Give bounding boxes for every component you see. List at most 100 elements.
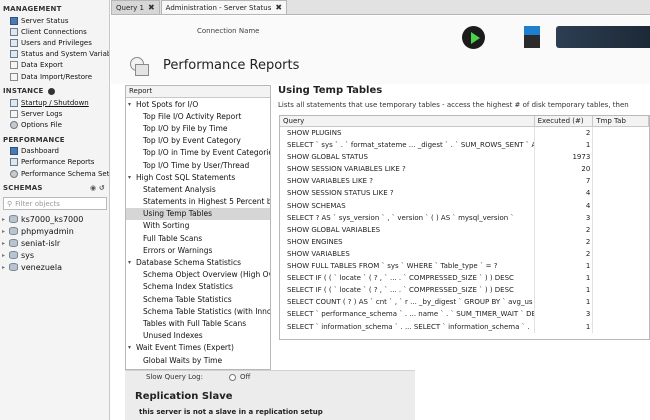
- nav-data-import[interactable]: Data Import/Restore: [0, 71, 109, 82]
- report-item[interactable]: With Sorting: [126, 220, 270, 232]
- column-header-query[interactable]: Query: [280, 116, 535, 126]
- table-row[interactable]: SELECT ` information_schema ` . ... SELE…: [280, 320, 649, 333]
- table-row[interactable]: SELECT COUNT ( ? ) AS ` cnt ` , ` r ... …: [280, 296, 649, 309]
- collapse-arrow-icon[interactable]: ▾: [128, 344, 136, 351]
- report-category[interactable]: ▾ High Cost SQL Statements: [126, 171, 270, 183]
- nav-startup-shutdown[interactable]: Startup / Shutdown: [0, 97, 109, 108]
- table-row[interactable]: SHOW PLUGINS 2: [280, 127, 649, 140]
- table-row[interactable]: SELECT IF ( ( ` locate ` ( ? , ` ... . `…: [280, 272, 649, 285]
- collapse-arrow-icon[interactable]: ▾: [128, 174, 136, 181]
- report-item[interactable]: Schema Object Overview (High Overhead): [126, 269, 270, 281]
- nav-performance-reports[interactable]: Performance Reports: [0, 157, 109, 168]
- report-item[interactable]: Schema Table Statistics (with InnoDB): [126, 305, 270, 317]
- report-category[interactable]: ▾ Hot Spots for I/O: [126, 98, 270, 110]
- close-icon[interactable]: ✖: [148, 3, 155, 12]
- collapse-arrow-icon[interactable]: ▾: [128, 259, 136, 266]
- expand-arrow-icon[interactable]: ▸: [2, 240, 8, 247]
- table-row[interactable]: SHOW SESSION VARIABLES LIKE ? 20: [280, 163, 649, 176]
- column-header-tmp-tables[interactable]: Tmp Tab: [593, 116, 649, 126]
- nav-server-status[interactable]: Server Status: [0, 15, 109, 26]
- report-tree-header: Report: [126, 86, 270, 98]
- report-item[interactable]: Unused Indexes: [126, 330, 270, 342]
- schema-item[interactable]: ▸ venezuela: [0, 261, 109, 273]
- table-row[interactable]: SHOW ENGINES 2: [280, 235, 649, 248]
- report-node-label: Full Table Scans: [143, 233, 203, 243]
- report-node-label: Errors or Warnings: [143, 245, 213, 255]
- table-row[interactable]: SHOW VARIABLES 2: [280, 247, 649, 261]
- nav-users-privileges[interactable]: Users and Privileges: [0, 37, 109, 48]
- nav-options-file[interactable]: Options File: [0, 120, 109, 131]
- bottom-area: Slow Query Log: Off Replication Slave th…: [111, 370, 650, 420]
- nav-server-logs[interactable]: Server Logs: [0, 108, 109, 119]
- report-category[interactable]: ▾ Database Schema Statistics: [126, 256, 270, 268]
- schema-tools-icons[interactable]: ◉ ↺: [90, 184, 105, 192]
- schema-item[interactable]: ▸ sys: [0, 249, 109, 261]
- report-item[interactable]: Global Waits by Time: [126, 354, 270, 366]
- report-item[interactable]: Top I/O in Time by Event Categories: [126, 147, 270, 159]
- table-row[interactable]: SELECT ` performance_schema ` . ... name…: [280, 308, 649, 321]
- nav-performance-schema-setup[interactable]: Performance Schema Setup: [0, 168, 109, 179]
- expand-arrow-icon[interactable]: ▸: [2, 252, 8, 259]
- slow-query-log-radio[interactable]: [228, 373, 236, 381]
- table-row[interactable]: SELECT IF ( ( ` locate ` ( ? , ` ... . `…: [280, 284, 649, 297]
- report-item[interactable]: Top File I/O Activity Report: [126, 110, 270, 122]
- schema-item[interactable]: ▸ ks7000_ks7000: [0, 213, 109, 225]
- expand-arrow-icon[interactable]: ▸: [2, 216, 8, 223]
- report-category[interactable]: ▾ Wait Event Times (Expert): [126, 342, 270, 354]
- query-cell: SELECT COUNT ( ? ) AS ` cnt ` , ` r ... …: [280, 296, 535, 309]
- nav-data-export[interactable]: Data Export: [0, 60, 109, 71]
- close-icon[interactable]: ✖: [275, 3, 282, 12]
- table-row[interactable]: SHOW SCHEMAS 4: [280, 199, 649, 212]
- table-row[interactable]: SHOW SESSION STATUS LIKE ? 4: [280, 187, 649, 200]
- editor-tab-bar: Query 1 ✖ Administration - Server Status ✖: [111, 0, 650, 15]
- collapse-arrow-icon[interactable]: ▾: [128, 101, 136, 108]
- report-item[interactable]: Using Temp Tables: [126, 207, 270, 220]
- tab-administration-server-status[interactable]: Administration - Server Status ✖: [160, 0, 288, 14]
- export-icon: [10, 61, 18, 70]
- report-item[interactable]: Schema Index Statistics: [126, 281, 270, 293]
- expand-arrow-icon[interactable]: ▸: [2, 264, 8, 271]
- table-row[interactable]: SELECT ` sys ` . ` format_stateme ... _d…: [280, 139, 649, 152]
- report-item[interactable]: Top I/O by Event Category: [126, 135, 270, 147]
- logs-icon: [10, 109, 18, 118]
- tmp-tables-cell: [593, 127, 649, 139]
- executed-count-cell: 1973: [535, 151, 594, 164]
- nav-status-variables[interactable]: Status and System Variables: [0, 49, 109, 60]
- import-icon: [10, 72, 18, 81]
- tmp-tables-cell: [593, 284, 649, 296]
- report-item[interactable]: Tables with Full Table Scans: [126, 317, 270, 329]
- report-item[interactable]: Errors or Warnings: [126, 244, 270, 256]
- report-item[interactable]: Top I/O by File by Time: [126, 122, 270, 134]
- schema-item[interactable]: ▸ phpmyadmin: [0, 225, 109, 237]
- executed-count-cell: 4: [535, 199, 594, 212]
- executed-count-cell: 1: [535, 272, 594, 285]
- expand-arrow-icon[interactable]: ▸: [2, 228, 8, 235]
- table-row[interactable]: SHOW FULL TABLES FROM ` sys ` WHERE ` Ta…: [280, 260, 649, 273]
- report-node-label: Top I/O Time by User/Thread: [143, 160, 250, 170]
- executed-count-cell: 3: [535, 211, 594, 224]
- executed-count-cell: 1: [535, 296, 594, 309]
- executed-count-cell: 2: [535, 235, 594, 248]
- nav-client-connections[interactable]: Client Connections: [0, 26, 109, 37]
- report-node-label: Schema Object Overview (High Overhead): [143, 270, 270, 280]
- table-row[interactable]: SHOW GLOBAL VARIABLES 2: [280, 223, 649, 236]
- schema-filter-input[interactable]: ⚲ Filter objects: [3, 197, 107, 211]
- query-cell: SELECT IF ( ( ` locate ` ( ? , ` ... . `…: [280, 284, 535, 297]
- schema-item[interactable]: ▸ seniat-islr: [0, 237, 109, 249]
- report-item[interactable]: Full Table Scans: [126, 232, 270, 244]
- tab-query-1[interactable]: Query 1 ✖: [111, 0, 160, 14]
- report-item[interactable]: Statements in Highest 5 Percent by Runti…: [126, 196, 270, 208]
- report-item[interactable]: Statement Analysis: [126, 183, 270, 195]
- table-row[interactable]: SELECT ? AS ` sys_version ` , ` version …: [280, 211, 649, 224]
- column-header-executed[interactable]: Executed (#): [535, 116, 594, 126]
- query-cell: SHOW VARIABLES: [280, 247, 535, 261]
- report-tree[interactable]: Report ▾ Hot Spots for I/O Top File I/O Ac…: [125, 85, 271, 370]
- report-tree-body: ▾ Hot Spots for I/O Top File I/O Activity …: [126, 98, 270, 366]
- users-icon: [10, 38, 18, 47]
- table-row[interactable]: SHOW GLOBAL STATUS 1973: [280, 151, 649, 164]
- nav-dashboard[interactable]: Dashboard: [0, 146, 109, 157]
- tmp-tables-cell: [593, 163, 649, 175]
- report-item[interactable]: Schema Table Statistics: [126, 293, 270, 305]
- report-item[interactable]: Top I/O Time by User/Thread: [126, 159, 270, 171]
- table-row[interactable]: SHOW VARIABLES LIKE ? 7: [280, 175, 649, 188]
